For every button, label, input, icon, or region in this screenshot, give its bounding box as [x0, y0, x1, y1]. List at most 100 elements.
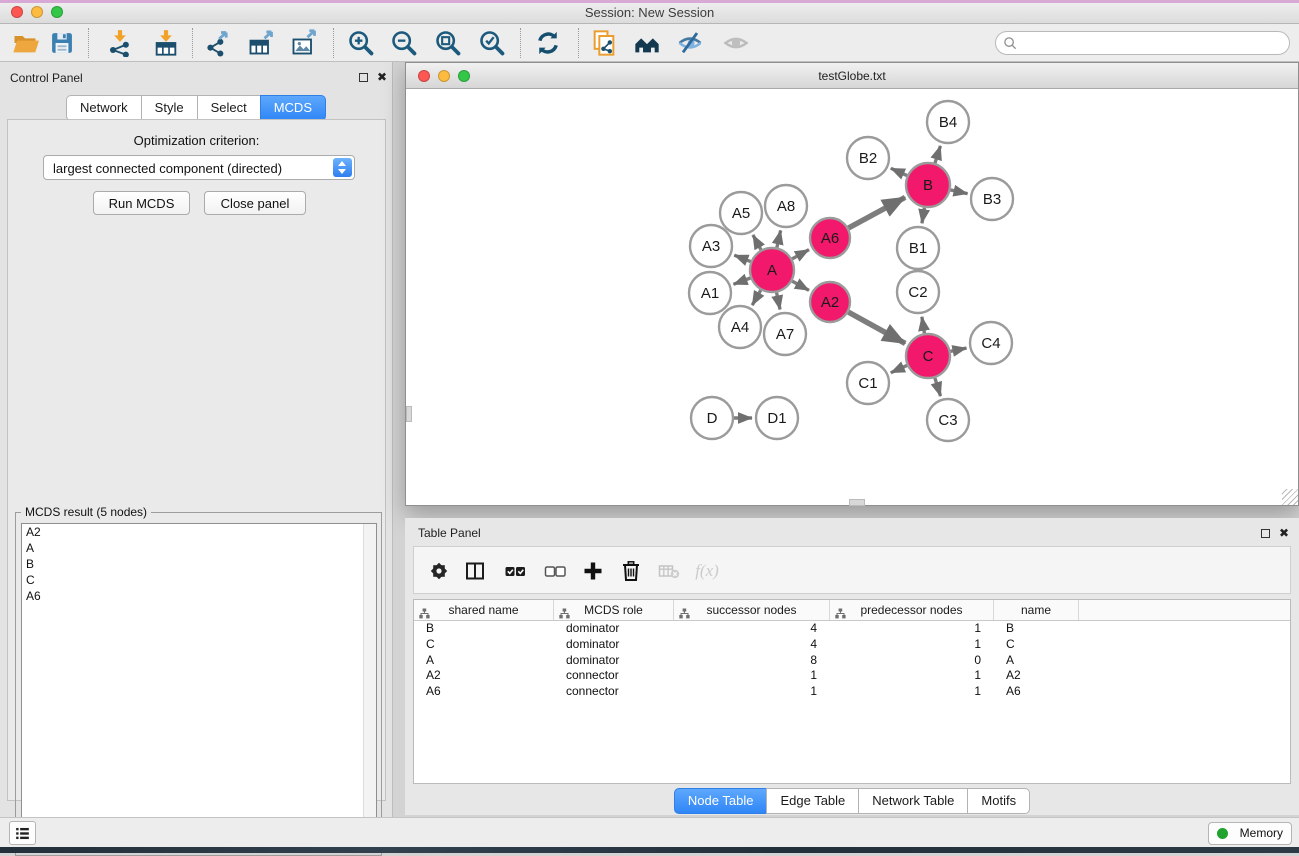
table-row[interactable]: A6connector11A6 [414, 684, 1290, 700]
column-header-shared-name[interactable]: shared name [414, 600, 554, 620]
export-table-icon[interactable] [244, 26, 278, 60]
table-row[interactable]: Bdominator41B [414, 621, 1290, 637]
left-splitter-grip[interactable] [406, 406, 412, 422]
deselect-all-icon[interactable] [540, 557, 570, 585]
column-settings-icon[interactable] [424, 557, 454, 585]
import-table-icon[interactable] [149, 26, 183, 60]
result-item[interactable]: A [22, 540, 376, 556]
open-session-icon[interactable] [8, 26, 42, 60]
edge-A-A1[interactable] [733, 278, 750, 284]
edge-C-C4[interactable] [951, 348, 967, 351]
node-A4[interactable]: A4 [719, 306, 761, 348]
result-item[interactable]: C [22, 572, 376, 588]
edge-A2-C[interactable] [848, 312, 905, 343]
memory-button[interactable]: Memory [1208, 822, 1292, 845]
tab-node-table[interactable]: Node Table [674, 788, 768, 814]
node-C4[interactable]: C4 [970, 322, 1012, 364]
column-header-name[interactable]: name [994, 600, 1079, 620]
tab-mcds[interactable]: MCDS [260, 95, 326, 121]
node-C1[interactable]: C1 [847, 362, 889, 404]
show-column-panel-icon[interactable] [460, 557, 490, 585]
node-D1[interactable]: D1 [756, 397, 798, 439]
save-session-icon[interactable] [45, 26, 79, 60]
node-A3[interactable]: A3 [690, 225, 732, 267]
zoom-out-icon[interactable] [387, 26, 421, 60]
delete-column-icon[interactable] [616, 557, 646, 585]
export-image-icon[interactable] [287, 26, 321, 60]
import-network-icon[interactable] [103, 26, 137, 60]
task-history-button[interactable] [9, 821, 36, 845]
node-A1[interactable]: A1 [689, 272, 731, 314]
float-table-panel-icon[interactable] [1261, 529, 1270, 538]
export-network-icon[interactable] [201, 26, 235, 60]
node-B4[interactable]: B4 [927, 101, 969, 143]
node-D[interactable]: D [691, 397, 733, 439]
network-canvas[interactable]: A A1 A2 A3 A4 A5 A6 A7 A8 B B1 B2 B3B4 C C1 C2 C3C4 D D1 [406, 89, 1298, 505]
zoom-fit-icon[interactable] [431, 26, 465, 60]
edge-C-C2[interactable] [922, 317, 925, 334]
table-cell: 4 [674, 621, 830, 637]
result-item[interactable]: B [22, 556, 376, 572]
edge-A-A3[interactable] [734, 255, 750, 261]
zoom-selected-icon[interactable] [475, 26, 509, 60]
edge-A-A8[interactable] [777, 230, 781, 247]
node-A7[interactable]: A7 [764, 313, 806, 355]
node-B[interactable]: B [906, 163, 950, 207]
edge-B-B1[interactable] [922, 208, 924, 224]
edge-B-B4[interactable] [935, 146, 940, 163]
edge-B-B3[interactable] [950, 190, 967, 194]
table-row[interactable]: A2connector11A2 [414, 668, 1290, 684]
result-item[interactable]: A2 [22, 524, 376, 540]
run-mcds-button[interactable]: Run MCDS [93, 191, 190, 215]
tab-motifs[interactable]: Motifs [967, 788, 1030, 814]
hide-selected-icon[interactable] [673, 26, 707, 60]
bottom-splitter-grip[interactable] [849, 499, 865, 506]
close-table-panel-icon[interactable]: ✖ [1279, 526, 1289, 540]
float-panel-icon[interactable] [359, 73, 368, 82]
resize-grip-icon[interactable] [1282, 489, 1298, 505]
control-panel-title: Control Panel [10, 71, 83, 85]
node-A[interactable]: A [750, 248, 794, 292]
node-C[interactable]: C [906, 334, 950, 378]
edge-B-B2[interactable] [891, 168, 907, 175]
network-window-titlebar[interactable]: testGlobe.txt [406, 63, 1298, 89]
edge-C-C1[interactable] [891, 365, 907, 372]
close-panel-button[interactable]: Close panel [204, 191, 306, 215]
node-C3[interactable]: C3 [927, 399, 969, 441]
table-row[interactable]: Adominator80A [414, 653, 1290, 669]
node-B1[interactable]: B1 [897, 227, 939, 269]
edge-A6-B[interactable] [848, 197, 905, 228]
add-column-icon[interactable] [578, 557, 608, 585]
close-panel-icon[interactable]: ✖ [377, 70, 387, 84]
tab-network[interactable]: Network [66, 95, 142, 121]
edge-A-A5[interactable] [753, 235, 761, 250]
node-A5[interactable]: A5 [720, 192, 762, 234]
edge-A-A2[interactable] [792, 281, 809, 290]
tab-edge-table[interactable]: Edge Table [766, 788, 859, 814]
node-A6[interactable]: A6 [810, 218, 850, 258]
column-header-MCDS-role[interactable]: MCDS role [554, 600, 674, 620]
column-header-predecessor-nodes[interactable]: predecessor nodes [830, 600, 994, 620]
edge-A-A4[interactable] [752, 290, 761, 305]
result-item[interactable]: A6 [22, 588, 376, 604]
tab-style[interactable]: Style [141, 95, 198, 121]
node-A2[interactable]: A2 [810, 282, 850, 322]
tab-network-table[interactable]: Network Table [858, 788, 968, 814]
node-A8[interactable]: A8 [765, 185, 807, 227]
apply-layout-icon[interactable] [531, 26, 565, 60]
first-neighbors-icon[interactable] [630, 26, 664, 60]
search-input[interactable] [1022, 33, 1282, 53]
node-B2[interactable]: B2 [847, 137, 889, 179]
node-C2[interactable]: C2 [897, 271, 939, 313]
edge-C-C3[interactable] [935, 378, 941, 396]
edge-A-A6[interactable] [792, 250, 809, 259]
tab-select[interactable]: Select [197, 95, 261, 121]
zoom-in-icon[interactable] [344, 26, 378, 60]
node-B3[interactable]: B3 [971, 178, 1013, 220]
edge-A-A7[interactable] [777, 293, 780, 310]
column-header-successor-nodes[interactable]: successor nodes [674, 600, 830, 620]
new-network-from-selection-icon[interactable] [587, 26, 621, 60]
criterion-select[interactable]: largest connected component (directed) [43, 155, 355, 180]
table-row[interactable]: Cdominator41C [414, 637, 1290, 653]
select-all-icon[interactable] [500, 557, 530, 585]
